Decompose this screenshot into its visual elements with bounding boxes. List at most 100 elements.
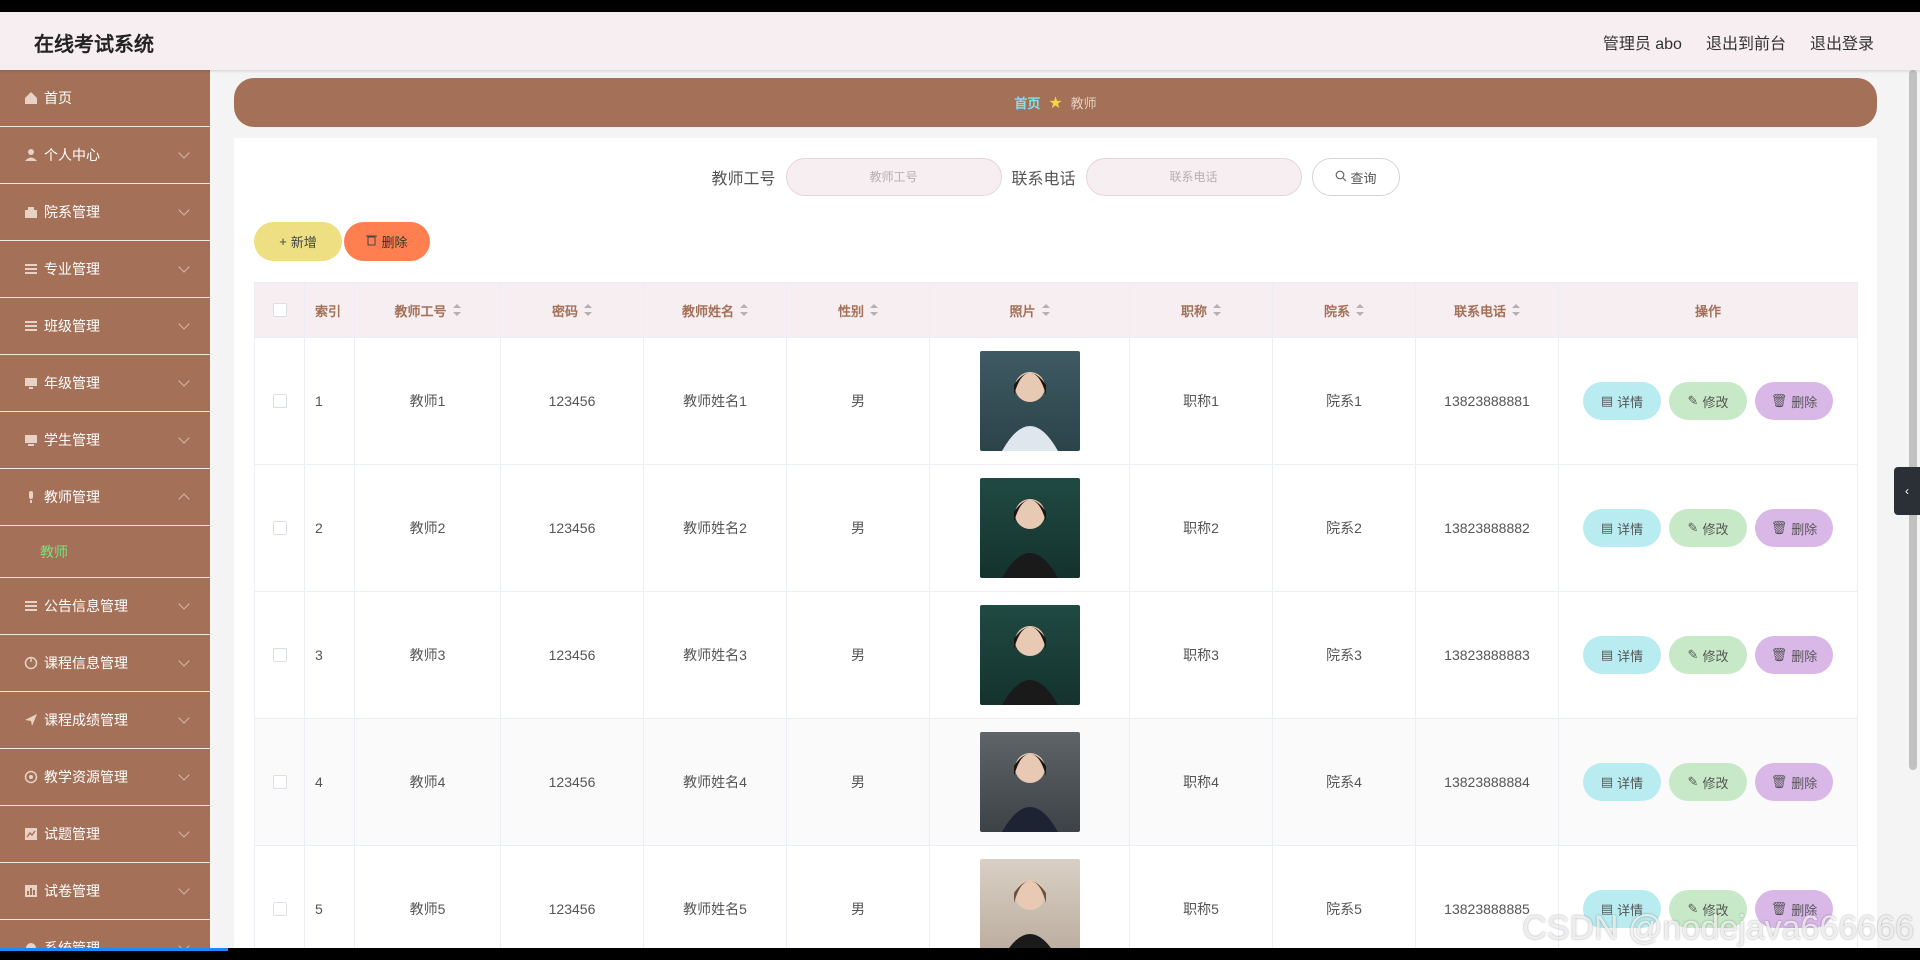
sidebar-item-question[interactable]: 试题管理: [0, 806, 210, 863]
trash-icon: [366, 234, 378, 249]
grade-icon: [24, 376, 38, 390]
cell-password: 123456: [501, 846, 644, 948]
sidebar-item-label: 教学资源管理: [44, 769, 128, 785]
cell-phone: 13823888881: [1416, 338, 1559, 464]
col-label: 密码: [551, 303, 578, 319]
cell-title: 职称5: [1130, 846, 1273, 948]
row-checkbox[interactable]: [272, 902, 287, 916]
chevron-down-icon: [178, 655, 190, 667]
scrollbar[interactable]: [1909, 70, 1917, 770]
app-title: 在线考试系统: [34, 34, 154, 56]
scrollbar-thumb[interactable]: [1909, 70, 1917, 770]
row-checkbox[interactable]: [272, 521, 287, 535]
cell-phone: 13823888883: [1416, 592, 1559, 718]
delete-button[interactable]: 🗑 删除: [1755, 763, 1833, 801]
sort-icon[interactable]: [584, 304, 592, 316]
search-icon: [1335, 170, 1347, 185]
document-icon: ▤: [1600, 520, 1614, 535]
col-teacher-name[interactable]: 教师姓名: [644, 283, 787, 337]
col-label: 教师工号: [394, 303, 447, 319]
col-label: 联系电话: [1453, 303, 1506, 319]
phone-input[interactable]: [1085, 158, 1302, 196]
query-button-label: 查询: [1350, 170, 1377, 186]
delete-button[interactable]: 🗑 删除: [1755, 382, 1833, 420]
detail-button[interactable]: ▤ 详情: [1583, 763, 1661, 801]
chevron-down-icon: [178, 432, 190, 444]
col-label: 照片: [1009, 303, 1036, 319]
edit-button[interactable]: ✎ 修改: [1669, 509, 1747, 547]
cell-photo: [930, 846, 1130, 948]
col-department[interactable]: 院系: [1273, 283, 1416, 337]
detail-button[interactable]: ▤ 详情: [1583, 382, 1661, 420]
col-photo[interactable]: 照片: [930, 283, 1130, 337]
delete-label: 删除: [1791, 648, 1818, 664]
sidebar-item-teacher[interactable]: 教师管理: [0, 469, 210, 526]
plus-icon: +: [279, 234, 287, 249]
detail-button[interactable]: ▤ 详情: [1583, 636, 1661, 674]
row-checkbox[interactable]: [272, 648, 287, 662]
edit-button[interactable]: ✎ 修改: [1669, 382, 1747, 420]
sort-icon[interactable]: [870, 304, 878, 316]
sort-icon[interactable]: [1213, 304, 1221, 316]
logout-link[interactable]: 退出登录: [1810, 30, 1874, 54]
sort-icon[interactable]: [1041, 304, 1050, 316]
edit-button[interactable]: ✎ 修改: [1669, 763, 1747, 801]
detail-label: 详情: [1617, 394, 1644, 410]
row-select-cell: [255, 465, 305, 591]
detail-button[interactable]: ▤ 详情: [1583, 509, 1661, 547]
sort-icon[interactable]: [1356, 304, 1364, 316]
sidebar-item-score[interactable]: 课程成绩管理: [0, 692, 210, 749]
sidebar-item-label: 专业管理: [44, 261, 100, 277]
sidebar-item-major[interactable]: 专业管理: [0, 241, 210, 298]
select-all-checkbox[interactable]: [272, 303, 287, 317]
sort-icon[interactable]: [740, 304, 748, 316]
sidebar-item-notice[interactable]: 公告信息管理: [0, 578, 210, 635]
col-phone[interactable]: 联系电话: [1416, 283, 1559, 337]
sidebar-item-class[interactable]: 班级管理: [0, 298, 210, 355]
sidebar-item-system[interactable]: 系统管理: [0, 920, 210, 948]
table-header: 索引 教师工号 密码 教师姓名 性别 照片 职称 院系 联系电话 操作: [255, 283, 1857, 338]
sidebar-item-grade[interactable]: 年级管理: [0, 355, 210, 412]
col-title[interactable]: 职称: [1130, 283, 1273, 337]
batch-delete-button[interactable]: 删除: [344, 222, 430, 261]
sort-icon[interactable]: [1512, 304, 1520, 316]
col-teacher-id[interactable]: 教师工号: [355, 283, 501, 337]
sidebar-item-resource[interactable]: 教学资源管理: [0, 749, 210, 806]
col-gender[interactable]: 性别: [787, 283, 930, 337]
edit-label: 修改: [1702, 648, 1729, 664]
sidebar-item-department[interactable]: 院系管理: [0, 184, 210, 241]
sidebar-item-label: 班级管理: [44, 318, 100, 334]
top-links: 管理员 abo 退出到前台 退出登录: [1603, 30, 1874, 54]
sidebar-item-home[interactable]: 首页: [0, 70, 210, 127]
sidebar-item-student[interactable]: 学生管理: [0, 412, 210, 469]
cell-title: 职称2: [1130, 465, 1273, 591]
admin-user-label[interactable]: 管理员 abo: [1603, 30, 1682, 54]
query-button[interactable]: 查询: [1311, 158, 1400, 196]
sort-icon[interactable]: [452, 304, 461, 316]
document-icon: ▤: [1600, 393, 1614, 408]
collapse-panel-handle[interactable]: ‹: [1894, 467, 1920, 515]
cell-index: 4: [305, 719, 355, 845]
cell-actions: ▤ 详情 ✎ 修改 🗑 删除: [1559, 465, 1857, 591]
row-select-cell: [255, 592, 305, 718]
watermark: CSDN @nodejava666666: [1522, 909, 1914, 947]
col-password[interactable]: 密码: [501, 283, 644, 337]
edit-button[interactable]: ✎ 修改: [1669, 636, 1747, 674]
row-checkbox[interactable]: [272, 775, 287, 789]
cell-photo: [930, 719, 1130, 845]
row-checkbox[interactable]: [272, 394, 287, 408]
breadcrumb-home-link[interactable]: 首页: [1014, 93, 1040, 112]
sidebar-subitem-teacher[interactable]: 教师: [0, 526, 210, 578]
sidebar-item-label: 学生管理: [44, 432, 100, 448]
exit-to-front-link[interactable]: 退出到前台: [1706, 30, 1786, 54]
delete-button[interactable]: 🗑 删除: [1755, 509, 1833, 547]
teacher-photo: [979, 732, 1080, 832]
delete-button[interactable]: 🗑 删除: [1755, 636, 1833, 674]
sidebar-item-paper[interactable]: 试卷管理: [0, 863, 210, 920]
cell-department: 院系2: [1273, 465, 1416, 591]
teacher-id-input[interactable]: [785, 158, 1002, 196]
sidebar-item-course[interactable]: 课程信息管理: [0, 635, 210, 692]
sidebar-item-label: 系统管理: [44, 940, 100, 948]
add-button[interactable]: + 新增: [254, 222, 342, 261]
sidebar-item-personal[interactable]: 个人中心: [0, 127, 210, 184]
